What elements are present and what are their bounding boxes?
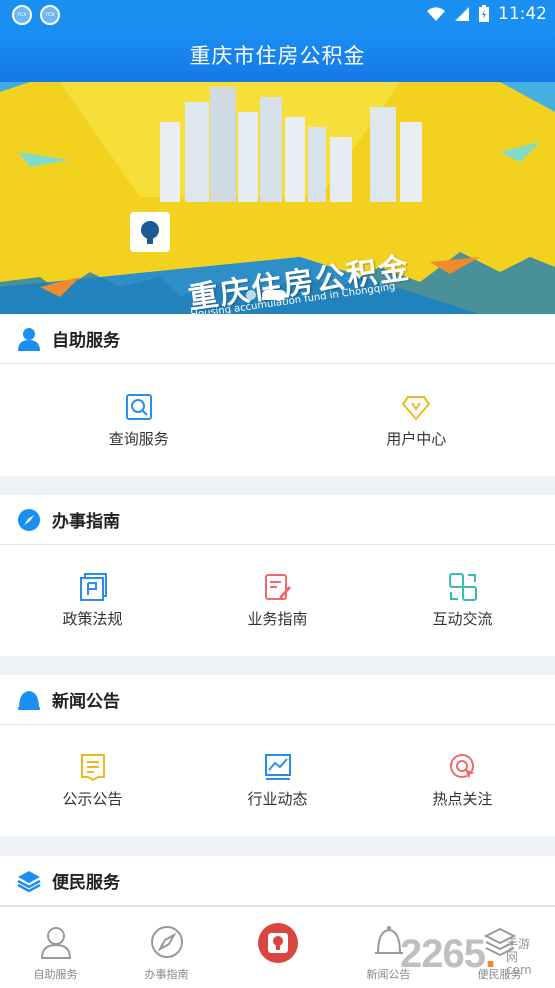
battery-icon xyxy=(479,5,489,22)
interactive-exchange-label: 互动交流 xyxy=(432,610,493,628)
status-bar: rcx rcx 11:42 xyxy=(0,0,555,30)
section-guide: 办事指南 政策法规 业务指南 互动交流 xyxy=(0,495,555,656)
bell-icon xyxy=(16,687,42,713)
app-notification-icon: rcx xyxy=(12,5,32,25)
user-center-button[interactable]: 用户中心 xyxy=(278,392,555,449)
search-icon xyxy=(125,393,152,420)
notice-icon xyxy=(80,754,105,782)
home-logo-icon xyxy=(257,922,299,964)
section-self-service: 自助服务 查询服务 用户中心 xyxy=(0,314,555,476)
public-notice-button[interactable]: 公示公告 xyxy=(0,752,185,809)
watermark-number: 2265 xyxy=(400,932,486,976)
policy-regulations-button[interactable]: 政策法规 xyxy=(0,572,185,629)
hotspot-icon xyxy=(449,754,475,779)
policy-regulations-label: 政策法规 xyxy=(62,610,123,628)
wifi-icon xyxy=(427,7,445,21)
compass-icon xyxy=(149,924,185,960)
business-guide-button[interactable]: 业务指南 xyxy=(185,572,370,629)
section-title: 便民服务 xyxy=(52,873,120,893)
layers-icon xyxy=(16,868,42,894)
industry-news-label: 行业动态 xyxy=(247,790,308,808)
industry-news-button[interactable]: 行业动态 xyxy=(185,752,370,809)
query-service-button[interactable]: 查询服务 xyxy=(0,392,278,449)
hot-topics-label: 热点关注 xyxy=(432,790,493,808)
signal-icon xyxy=(455,7,469,21)
nav-label: 办事指南 xyxy=(144,968,189,981)
section-header: 自助服务 xyxy=(0,314,555,364)
interactive-exchange-button[interactable]: 互动交流 xyxy=(370,572,555,629)
banner-carousel[interactable]: 重庆住房公积金 Housing accumulation fund in Cho… xyxy=(0,82,555,314)
carousel-dot[interactable] xyxy=(246,290,256,300)
person-icon xyxy=(16,326,42,352)
public-notice-label: 公示公告 xyxy=(62,790,123,808)
section-header: 办事指南 xyxy=(0,495,555,545)
clock: 11:42 xyxy=(498,4,547,24)
edit-document-icon xyxy=(264,574,291,600)
watermark-dot: . xyxy=(484,932,496,976)
business-guide-label: 业务指南 xyxy=(247,610,308,628)
chat-exchange-icon xyxy=(448,573,477,601)
hot-topics-button[interactable]: 热点关注 xyxy=(370,752,555,809)
section-header: 新闻公告 xyxy=(0,675,555,725)
section-title: 新闻公告 xyxy=(52,692,120,712)
user-center-label: 用户中心 xyxy=(386,429,447,448)
nav-guide[interactable]: 办事指南 xyxy=(111,907,222,988)
query-service-label: 查询服务 xyxy=(108,429,169,448)
nav-home[interactable] xyxy=(222,907,333,988)
document-flag-icon xyxy=(79,573,107,601)
person-icon xyxy=(38,924,74,960)
diamond-icon xyxy=(401,395,431,421)
site-watermark: 2265 . 手游网 com xyxy=(400,932,532,977)
section-title: 自助服务 xyxy=(52,331,120,351)
watermark-text: 手游网 com xyxy=(506,937,532,977)
page-title: 重庆市住房公积金 xyxy=(189,44,366,68)
section-news: 新闻公告 公示公告 行业动态 热点关注 xyxy=(0,675,555,836)
section-title: 办事指南 xyxy=(52,512,120,532)
section-convenience: 便民服务 xyxy=(0,856,555,906)
nav-self-service[interactable]: 自助服务 xyxy=(0,907,111,988)
carousel-indicator[interactable] xyxy=(246,290,286,300)
app-notification-icon: rcx xyxy=(40,5,60,25)
section-header: 便民服务 xyxy=(0,856,555,906)
carousel-dot-active[interactable] xyxy=(262,290,286,300)
app-header: 重庆市住房公积金 xyxy=(0,30,555,82)
trend-chart-icon xyxy=(264,754,291,780)
compass-icon xyxy=(16,507,42,533)
nav-label: 自助服务 xyxy=(33,968,78,981)
